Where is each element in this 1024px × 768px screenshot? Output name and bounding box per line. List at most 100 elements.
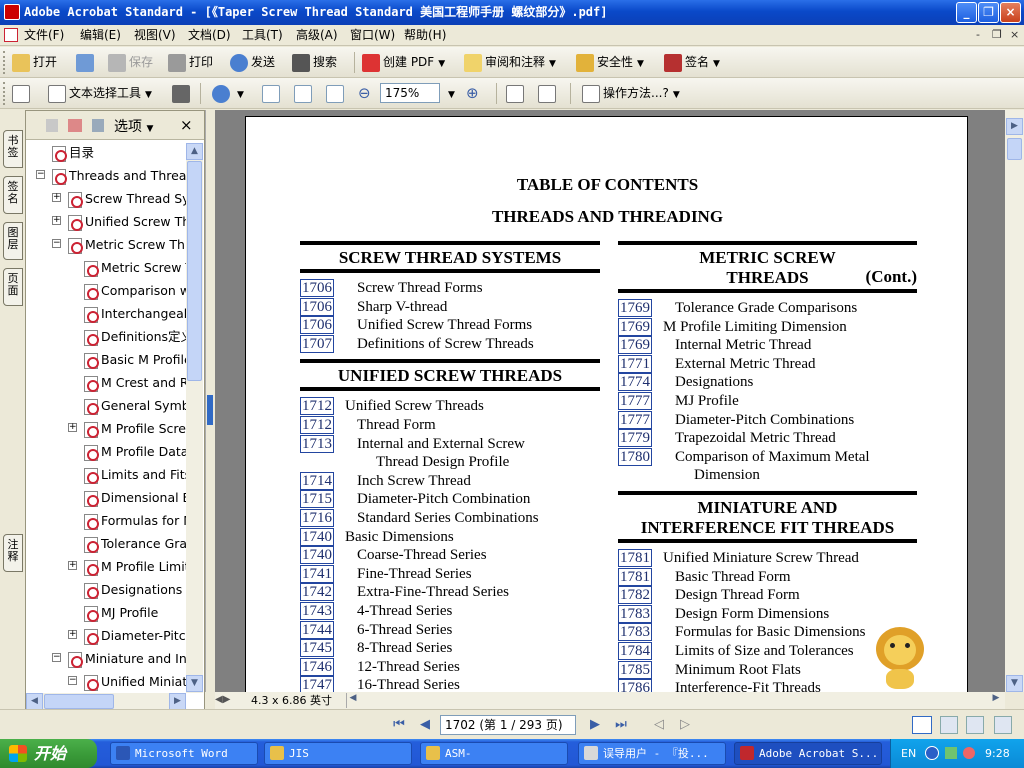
close-button[interactable]: × (1000, 2, 1021, 23)
page-link[interactable] (618, 466, 652, 484)
open-button[interactable]: 打开 (12, 51, 57, 74)
scroll-up-arrow-icon[interactable]: ▶ (1006, 118, 1023, 135)
toc-entry[interactable]: 1743 4-Thread Series (300, 601, 600, 621)
taskbar-task[interactable]: Adobe Acrobat S... (734, 742, 882, 765)
splitter-handle[interactable] (207, 395, 213, 425)
last-page-button[interactable]: ⏭ (612, 716, 630, 734)
menu-help[interactable]: 帮助(H) (404, 27, 446, 44)
page-link[interactable]: 1769 (618, 299, 652, 317)
page-link[interactable]: 1785 (618, 660, 652, 679)
start-button[interactable]: 开始 (0, 739, 97, 768)
expand-bookmark-icon[interactable] (92, 119, 104, 132)
toc-entry[interactable]: 1745 8-Thread Series (300, 639, 600, 658)
tab-comments[interactable]: 注释 (3, 534, 23, 572)
document-horizontal-scrollbar[interactable]: ◀▶ 4.3 x 6.86 英寸 ◀ ▶ (215, 692, 1005, 709)
page-link[interactable]: 1706 (300, 316, 334, 335)
menu-tools[interactable]: 工具(T) (242, 27, 283, 44)
bookmark-item[interactable]: MJ Profile (26, 601, 186, 624)
taskbar-task[interactable]: ASM- (420, 742, 568, 765)
sign-button[interactable]: 签名 ▼ (664, 51, 720, 74)
close-panel-icon[interactable]: × (180, 116, 193, 134)
text-select-tool-button[interactable]: 文本选择工具 ▼ (48, 82, 152, 105)
page-link[interactable]: 1781 (618, 548, 652, 567)
rotate-clockwise-button[interactable] (538, 82, 559, 105)
page-link[interactable]: 1712 (300, 415, 334, 434)
toc-entry[interactable]: 1741 Fine-Thread Series (300, 564, 600, 584)
bookmark-item[interactable]: M Crest and Root (26, 371, 186, 394)
bookmark-item[interactable]: + Diameter-Pitch (26, 624, 186, 647)
document-vertical-scrollbar[interactable]: ▶ ▼ (1005, 110, 1024, 692)
bookmark-item[interactable]: + M Profile Limiting (26, 555, 186, 578)
scroll-thumb[interactable] (1007, 138, 1022, 160)
continuous-facing-view-icon[interactable] (994, 716, 1012, 734)
scroll-left-arrow-icon[interactable]: ◀ (26, 693, 43, 710)
toc-entry[interactable]: 1774 Designations (618, 373, 917, 392)
scroll-left-arrow-icon[interactable]: ◀ (347, 693, 359, 708)
page-link[interactable]: 1769 (618, 336, 652, 355)
bookmark-item[interactable]: Tolerance Grade (26, 532, 186, 555)
toc-entry[interactable]: 1712 Unified Screw Threads (300, 397, 600, 416)
page-link[interactable]: 1783 (618, 604, 652, 623)
expand-icon[interactable]: + (68, 423, 77, 432)
bookmark-item[interactable]: Dimensional Effects (26, 486, 186, 509)
tray-app-icon[interactable] (963, 747, 975, 759)
create-pdf-button[interactable]: 创建 PDF ▼ (362, 51, 445, 74)
toc-entry[interactable]: Dimension (618, 466, 917, 485)
taskbar-task[interactable]: JIS (264, 742, 412, 765)
page-link[interactable]: 1714 (300, 471, 334, 490)
scroll-thumb[interactable] (44, 694, 114, 709)
page-link[interactable]: 1781 (618, 567, 652, 586)
page-link[interactable]: 1716 (300, 508, 334, 527)
print-button[interactable]: 打印 (168, 51, 213, 74)
scroll-right-arrow-icon[interactable]: ▶ (990, 693, 1002, 708)
ime-icon[interactable] (925, 746, 939, 760)
toolbar-grip[interactable] (3, 51, 7, 74)
how-to-button[interactable]: 操作方法...? ▼ (582, 82, 680, 105)
bookmark-item[interactable]: − Unified Miniature (26, 670, 186, 693)
zoom-out-button[interactable]: ⊖ (358, 82, 371, 105)
bookmark-item[interactable]: Metric Screw Threads (26, 256, 186, 279)
page-link[interactable]: 1784 (618, 641, 652, 660)
actual-size-button[interactable] (262, 82, 283, 105)
toc-entry[interactable]: 1777 Diameter-Pitch Combinations (618, 410, 917, 430)
toc-entry[interactable]: 1781 Basic Thread Form (618, 567, 917, 587)
page-link[interactable]: 1786 (618, 679, 652, 692)
toc-entry[interactable]: 1740 Coarse-Thread Series (300, 546, 600, 565)
scroll-down-arrow-icon[interactable]: ▼ (1006, 675, 1023, 692)
toc-entry[interactable]: 1715 Diameter-Pitch Combination (300, 490, 600, 509)
page-link[interactable]: 1777 (618, 391, 652, 410)
bookmark-item[interactable]: + Screw Thread Systems (26, 187, 186, 210)
expand-icon[interactable]: + (52, 216, 61, 225)
hand-tool-button[interactable] (12, 82, 33, 105)
toc-entry[interactable]: 1716 Standard Series Combinations (300, 508, 600, 528)
new-bookmark-icon[interactable] (68, 119, 82, 132)
bookmarks-horizontal-scrollbar[interactable]: ◀ ▶ (26, 693, 186, 710)
facing-view-icon[interactable] (966, 716, 984, 734)
expand-icon[interactable]: + (68, 561, 77, 570)
tab-layers[interactable]: 图层 (3, 222, 23, 260)
menu-window[interactable]: 窗口(W) (350, 27, 395, 44)
bookmark-item[interactable]: General Symbols (26, 394, 186, 417)
fit-page-button[interactable] (294, 82, 315, 105)
page-link[interactable]: 1740 (300, 546, 334, 565)
continuous-view-icon[interactable] (940, 716, 958, 734)
toc-entry[interactable]: 1769 M Profile Limiting Dimension (618, 317, 917, 337)
toc-entry[interactable]: 1769 Internal Metric Thread (618, 336, 917, 355)
toc-entry[interactable]: 1747 16-Thread Series (300, 676, 600, 692)
menu-edit[interactable]: 编辑(E) (80, 27, 121, 44)
page-link[interactable]: 1779 (618, 429, 652, 448)
review-comment-button[interactable]: 审阅和注释 ▼ (464, 51, 556, 74)
toc-entry[interactable]: 1782 Design Thread Form (618, 586, 917, 605)
toc-entry[interactable]: 1714 Inch Screw Thread (300, 471, 600, 491)
next-view-button[interactable]: ▷ (676, 716, 694, 734)
page-link[interactable]: 1712 (300, 397, 334, 416)
zoom-dropdown-button[interactable]: ▼ (444, 82, 455, 105)
page-link[interactable] (300, 453, 334, 471)
page-link[interactable]: 1743 (300, 601, 334, 620)
scroll-down-arrow-icon[interactable]: ▼ (186, 675, 203, 692)
page-link[interactable]: 1741 (300, 564, 334, 583)
toc-entry[interactable]: 1740 Basic Dimensions (300, 527, 600, 547)
expand-icon[interactable]: + (68, 630, 77, 639)
page-link[interactable]: 1780 (618, 447, 652, 466)
toc-entry[interactable]: 1779 Trapezoidal Metric Thread (618, 429, 917, 448)
